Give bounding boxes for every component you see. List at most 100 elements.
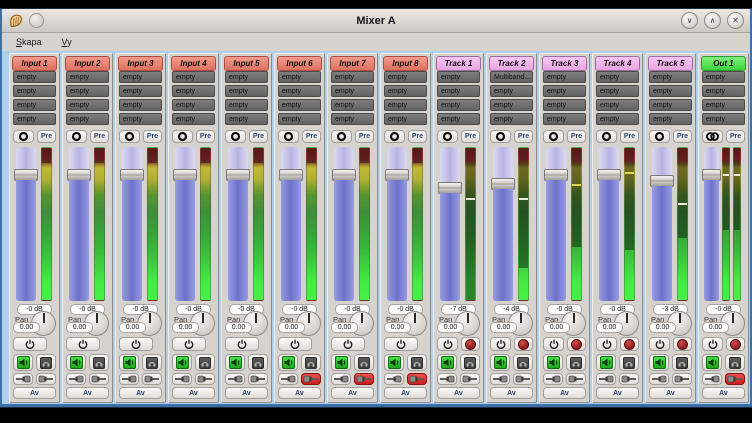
output-routing-button[interactable] [725, 373, 745, 385]
input-routing-button[interactable] [13, 373, 33, 385]
volume-fader[interactable] [175, 147, 195, 301]
effect-slot[interactable]: empty [172, 85, 215, 97]
pre-fader-button[interactable]: Pre [567, 130, 586, 143]
automation-off-button[interactable]: Av [331, 387, 374, 399]
effect-slot[interactable]: empty [490, 113, 533, 125]
fader-handle[interactable] [14, 169, 38, 181]
power-button[interactable] [278, 337, 312, 351]
menu-item-vy[interactable]: Vy [54, 35, 80, 49]
mute-button[interactable] [13, 354, 33, 371]
volume-fader[interactable] [546, 147, 566, 301]
effect-slot[interactable]: empty [119, 113, 162, 125]
solo-button[interactable] [513, 354, 533, 371]
automation-off-button[interactable]: Av [225, 387, 268, 399]
input-routing-button[interactable] [384, 373, 404, 385]
solo-button[interactable] [36, 354, 56, 371]
effect-slot[interactable]: empty [543, 85, 586, 97]
effect-slot[interactable]: empty [437, 113, 480, 125]
volume-fader[interactable] [493, 147, 513, 301]
effect-slot[interactable]: empty [331, 99, 374, 111]
automation-off-button[interactable]: Av [384, 387, 427, 399]
effect-slot[interactable]: empty [596, 99, 639, 111]
volume-fader[interactable] [228, 147, 248, 301]
mono-stereo-toggle-button[interactable] [13, 130, 34, 143]
mono-stereo-toggle-button[interactable] [225, 130, 246, 143]
pan-value[interactable]: 0.00 [490, 322, 517, 333]
fader-handle[interactable] [544, 169, 568, 181]
pre-fader-button[interactable]: Pre [249, 130, 268, 143]
output-routing-button[interactable] [407, 373, 427, 385]
pre-fader-button[interactable]: Pre [408, 130, 427, 143]
effect-slot[interactable]: empty [13, 99, 56, 111]
strip-name-button[interactable]: Track 3 [542, 56, 587, 71]
volume-fader[interactable] [69, 147, 89, 301]
effect-slot[interactable]: empty [543, 113, 586, 125]
mute-button[interactable] [278, 354, 298, 371]
pre-fader-button[interactable]: Pre [673, 130, 692, 143]
mute-button[interactable] [437, 354, 457, 371]
record-button[interactable] [567, 337, 586, 351]
effect-slot[interactable]: empty [66, 113, 109, 125]
maximize-button[interactable]: ∧ [704, 12, 721, 29]
strip-name-button[interactable]: Input 7 [330, 56, 375, 71]
effect-slot[interactable]: empty [649, 113, 692, 125]
mono-stereo-toggle-button[interactable] [172, 130, 193, 143]
volume-fader[interactable] [387, 147, 407, 301]
solo-button[interactable] [248, 354, 268, 371]
fader-handle[interactable] [702, 169, 721, 181]
power-button[interactable] [649, 337, 670, 351]
record-button[interactable] [726, 337, 745, 351]
mute-button[interactable] [225, 354, 245, 371]
solo-button[interactable] [301, 354, 321, 371]
mono-stereo-toggle-button[interactable] [278, 130, 299, 143]
automation-off-button[interactable]: Av [490, 387, 533, 399]
effect-slot[interactable]: empty [490, 85, 533, 97]
record-button[interactable] [620, 337, 639, 351]
pre-fader-button[interactable]: Pre [302, 130, 321, 143]
effect-slot[interactable]: empty [278, 85, 321, 97]
effect-slot[interactable]: empty [66, 99, 109, 111]
effect-slot[interactable]: empty [384, 71, 427, 83]
pan-value[interactable]: 0.00 [119, 322, 146, 333]
mono-stereo-toggle-button[interactable] [66, 130, 87, 143]
mute-button[interactable] [490, 354, 510, 371]
effect-slot[interactable]: empty [13, 85, 56, 97]
automation-off-button[interactable]: Av [596, 387, 639, 399]
mute-button[interactable] [384, 354, 404, 371]
mono-stereo-toggle-button[interactable] [384, 130, 405, 143]
effect-slot[interactable]: empty [331, 113, 374, 125]
mono-stereo-toggle-button[interactable] [119, 130, 140, 143]
volume-fader[interactable] [599, 147, 619, 301]
strip-name-button[interactable]: Input 5 [224, 56, 269, 71]
strip-name-button[interactable]: Track 2 [489, 56, 534, 71]
mute-button[interactable] [119, 354, 139, 371]
effect-slot[interactable]: empty [225, 99, 268, 111]
output-routing-button[interactable] [513, 373, 533, 385]
fader-handle[interactable] [650, 175, 674, 187]
mute-button[interactable] [543, 354, 563, 371]
strip-name-button[interactable]: Out 1 [701, 56, 746, 71]
automation-off-button[interactable]: Av [119, 387, 162, 399]
effect-slot[interactable]: empty [119, 99, 162, 111]
mute-button[interactable] [66, 354, 86, 371]
input-routing-button[interactable] [225, 373, 245, 385]
pan-value[interactable]: 0.00 [278, 322, 305, 333]
fader-handle[interactable] [279, 169, 303, 181]
pan-value[interactable]: 0.00 [172, 322, 199, 333]
pan-value[interactable]: 0.00 [225, 322, 252, 333]
solo-button[interactable] [89, 354, 109, 371]
strip-name-button[interactable]: Input 6 [277, 56, 322, 71]
input-routing-button[interactable] [172, 373, 192, 385]
effect-slot[interactable]: Multiband... [490, 71, 533, 83]
effect-slot[interactable]: empty [331, 71, 374, 83]
power-button[interactable] [702, 337, 723, 351]
fader-handle[interactable] [67, 169, 91, 181]
menu-item-skapa[interactable]: Skapa [8, 35, 50, 49]
effect-slot[interactable]: empty [66, 85, 109, 97]
automation-off-button[interactable]: Av [437, 387, 480, 399]
effect-slot[interactable]: empty [225, 113, 268, 125]
volume-fader[interactable] [16, 147, 36, 301]
strip-name-button[interactable]: Input 8 [383, 56, 428, 71]
window-menu-button[interactable] [29, 13, 44, 28]
pan-value[interactable]: 0.00 [649, 322, 676, 333]
